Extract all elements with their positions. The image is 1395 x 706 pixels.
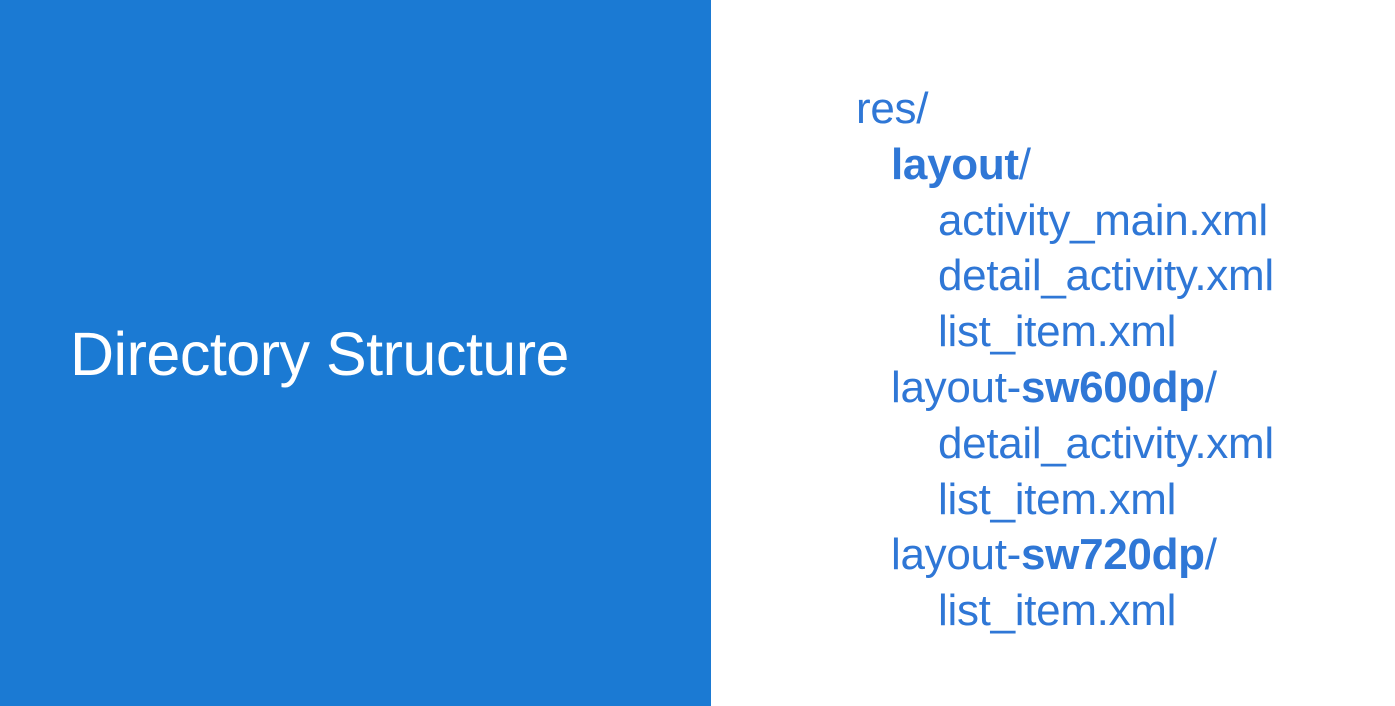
folder-prefix: layout-	[891, 530, 1021, 580]
folder-qualifier: sw720dp	[1020, 530, 1205, 580]
tree-file: list_item.xml	[856, 304, 1274, 360]
folder-name: layout	[891, 139, 1019, 189]
title-panel: Directory Structure	[0, 0, 711, 706]
folder-label: res/	[856, 84, 929, 133]
tree-file: detail_activity.xml	[856, 248, 1274, 304]
file-label: list_item.xml	[938, 586, 1177, 636]
file-label: detail_activity.xml	[938, 251, 1274, 301]
folder-slash: /	[1204, 362, 1217, 412]
folder-slash: /	[1204, 530, 1217, 580]
folder-prefix: layout-	[891, 362, 1021, 412]
folder-qualifier: sw600dp	[1020, 362, 1205, 412]
slide: Directory Structure res/ layout/ activit…	[0, 0, 1395, 706]
file-label: activity_main.xml	[938, 195, 1268, 245]
tree-folder-layout: layout/	[856, 137, 1274, 193]
file-label: list_item.xml	[938, 474, 1177, 524]
tree-file: list_item.xml	[856, 583, 1274, 639]
tree-file: activity_main.xml	[856, 193, 1274, 249]
tree-folder-layout-sw720dp: layout-sw720dp/	[856, 527, 1274, 583]
directory-tree: res/ layout/ activity_main.xml detail_ac…	[856, 81, 1274, 639]
file-label: list_item.xml	[938, 307, 1177, 357]
slide-title: Directory Structure	[70, 320, 569, 388]
tree-folder-layout-sw600dp: layout-sw600dp/	[856, 360, 1274, 416]
folder-slash: /	[1018, 139, 1031, 189]
file-label: detail_activity.xml	[938, 418, 1274, 468]
directory-tree-panel: res/ layout/ activity_main.xml detail_ac…	[711, 0, 1395, 706]
tree-file: detail_activity.xml	[856, 416, 1274, 472]
tree-file: list_item.xml	[856, 472, 1274, 528]
tree-folder-res: res/	[856, 81, 1274, 137]
